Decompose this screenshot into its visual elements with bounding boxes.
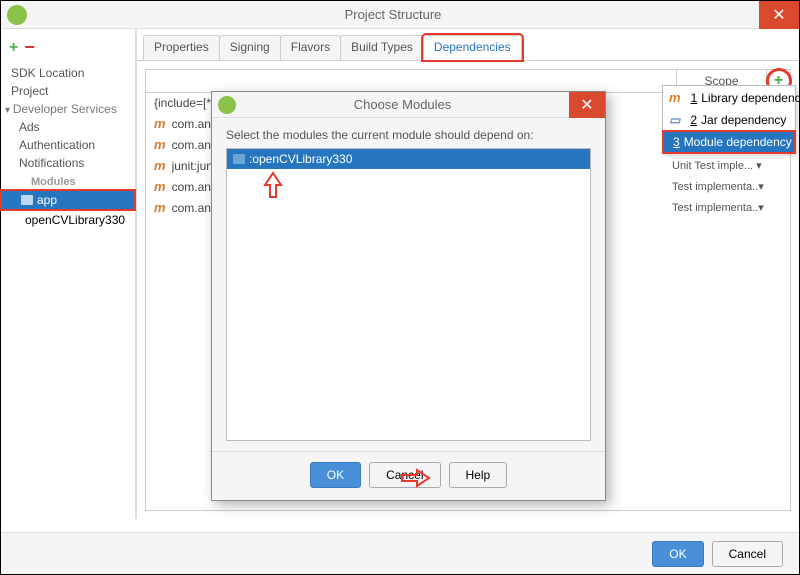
- sidebar-item-project[interactable]: Project: [1, 82, 135, 100]
- window-titlebar: Project Structure ✕: [1, 1, 799, 29]
- sidebar-item-notif[interactable]: Notifications: [1, 154, 135, 172]
- add-dependency-menu: m 1 Library dependency ▭ 2 Jar dependenc…: [662, 85, 796, 154]
- sidebar-remove-icon[interactable]: −: [24, 37, 35, 58]
- sidebar-module-app[interactable]: app: [1, 190, 135, 210]
- main-cancel-button[interactable]: Cancel: [712, 541, 783, 567]
- tab-dependencies[interactable]: Dependencies: [423, 35, 522, 60]
- dialog-title: Choose Modules: [236, 97, 569, 112]
- ok-button[interactable]: OK: [310, 462, 361, 488]
- maven-icon: m: [669, 90, 681, 105]
- sidebar-item-auth[interactable]: Authentication: [1, 136, 135, 154]
- folder-icon: [233, 154, 245, 164]
- window-close-button[interactable]: ✕: [759, 1, 799, 29]
- menu-module-dependency[interactable]: 3 Module dependency: [663, 131, 795, 153]
- folder-icon: [21, 195, 33, 205]
- sidebar-module-label: openCVLibrary330: [25, 213, 125, 227]
- module-list-item[interactable]: :openCVLibrary330: [227, 149, 590, 169]
- maven-icon: m: [154, 116, 166, 131]
- sidebar-module-label: app: [37, 193, 57, 207]
- annotation-arrow-up: [263, 171, 283, 199]
- main-ok-button[interactable]: OK: [652, 541, 703, 567]
- maven-icon: m: [154, 179, 166, 194]
- tab-flavors[interactable]: Flavors: [280, 35, 341, 60]
- sidebar-modules-heading: Modules: [1, 172, 135, 190]
- jar-icon: ▭: [669, 113, 680, 127]
- main-dialog-buttons: OK Cancel: [1, 532, 799, 574]
- choose-modules-dialog: Choose Modules ✕ Select the modules the …: [211, 91, 606, 501]
- sidebar-module-opencv[interactable]: openCVLibrary330: [1, 210, 135, 230]
- maven-icon: m: [154, 137, 166, 152]
- sidebar-add-icon[interactable]: +: [9, 39, 18, 57]
- tab-buildtypes[interactable]: Build Types: [340, 35, 424, 60]
- menu-jar-dependency[interactable]: ▭ 2 Jar dependency: [663, 109, 795, 131]
- tab-signing[interactable]: Signing: [219, 35, 281, 60]
- maven-icon: m: [154, 200, 166, 215]
- tab-properties[interactable]: Properties: [143, 35, 220, 60]
- sidebar-toolbar: + −: [1, 35, 135, 64]
- sidebar-section-devservices[interactable]: Developer Services: [1, 100, 135, 118]
- window-title: Project Structure: [27, 7, 759, 22]
- app-icon: [218, 96, 236, 114]
- maven-icon: m: [154, 158, 166, 173]
- dialog-titlebar: Choose Modules ✕: [212, 92, 605, 118]
- app-icon: [7, 5, 27, 25]
- sidebar: + − SDK Location Project Developer Servi…: [1, 29, 136, 519]
- sidebar-item-ads[interactable]: Ads: [1, 118, 135, 136]
- sidebar-item-sdk[interactable]: SDK Location: [1, 64, 135, 82]
- dialog-close-button[interactable]: ✕: [569, 92, 605, 118]
- help-button[interactable]: Help: [449, 462, 508, 488]
- annotation-arrow-right: [399, 468, 431, 488]
- tabbar: Properties Signing Flavors Build Types D…: [137, 29, 799, 61]
- menu-library-dependency[interactable]: m 1 Library dependency: [663, 86, 795, 109]
- dialog-prompt: Select the modules the current module sh…: [226, 128, 591, 142]
